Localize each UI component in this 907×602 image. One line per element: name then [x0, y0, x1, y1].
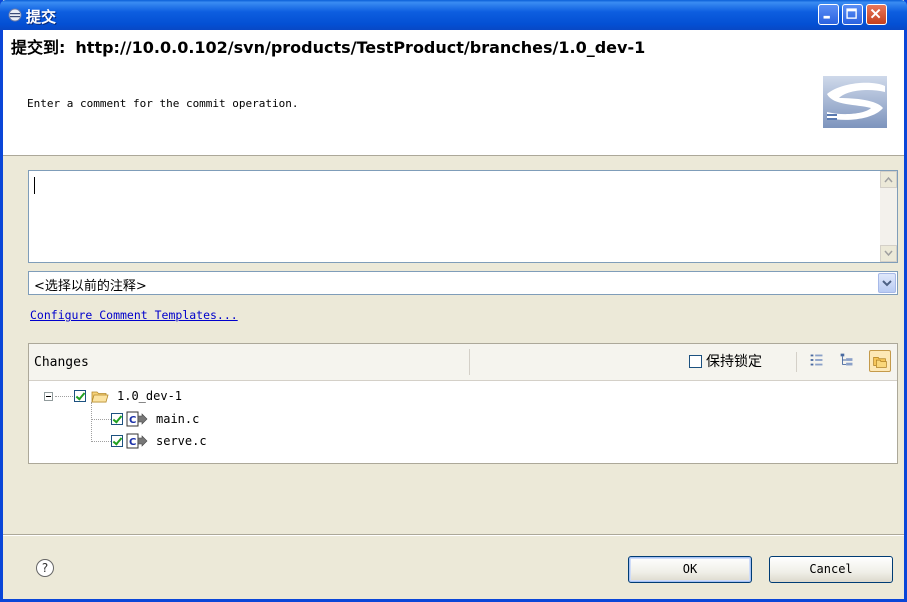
previous-comments-select[interactable]: <选择以前的注释>: [28, 271, 898, 295]
changes-title: Changes: [34, 355, 89, 370]
folder-label: 1.0_dev-1: [117, 389, 183, 403]
tree-connector: [91, 402, 93, 442]
minimize-button[interactable]: [818, 4, 839, 25]
footer-divider: [3, 534, 904, 536]
file-checkbox[interactable]: [111, 413, 123, 425]
keep-locks-label: 保持锁定: [706, 354, 762, 370]
chevron-down-icon: [882, 280, 892, 287]
dropdown-button[interactable]: [878, 273, 896, 293]
tree-layout-button[interactable]: [837, 350, 859, 372]
title-bar[interactable]: 提交: [0, 0, 907, 30]
header-title: 提交到: http://10.0.0.102/svn/products/TestP…: [11, 34, 645, 58]
window-title: 提交: [26, 8, 57, 26]
comment-textarea[interactable]: [28, 170, 898, 263]
changes-header: Changes 保持锁定: [29, 344, 897, 381]
c-file-icon: C: [126, 433, 148, 449]
c-file-icon: C: [126, 411, 148, 427]
commit-dialog: 提交 提交到: http://10.0.0.102/svn/products/Te…: [0, 0, 907, 602]
file-label: serve.c: [156, 434, 207, 448]
svn-logo-icon: [823, 76, 887, 128]
toolbar-divider: [796, 352, 797, 372]
tree-connector: [55, 396, 73, 398]
tree-connector: [91, 441, 111, 443]
maximize-button[interactable]: [842, 4, 863, 25]
scroll-up-button[interactable]: [880, 171, 897, 188]
flat-layout-button[interactable]: [807, 350, 829, 372]
ok-button[interactable]: OK: [628, 556, 752, 583]
svg-text:C: C: [129, 437, 136, 448]
scroll-up-icon: [884, 176, 893, 183]
svg-text:C: C: [129, 415, 136, 426]
header-title-prefix: 提交到:: [11, 38, 66, 57]
folder-checkbox[interactable]: [74, 390, 86, 402]
configure-comment-templates-link[interactable]: Configure Comment Templates...: [30, 308, 238, 322]
keep-locks-option[interactable]: 保持锁定: [689, 350, 762, 372]
comment-scrollbar[interactable]: [880, 171, 897, 262]
cancel-button[interactable]: Cancel: [769, 556, 893, 583]
header-divider: [469, 349, 470, 375]
help-icon[interactable]: ?: [36, 559, 54, 577]
changes-panel: Changes 保持锁定 1.0_dev-1 C main.c C serve.…: [28, 343, 898, 464]
compressed-folders-icon: [873, 357, 887, 368]
tree-row-folder[interactable]: 1.0_dev-1: [74, 387, 182, 405]
text-caret: [34, 177, 35, 194]
previous-comments-value: <选择以前的注释>: [34, 279, 147, 294]
collapse-icon[interactable]: [44, 392, 53, 401]
minimize-icon: [823, 15, 830, 19]
scroll-down-button[interactable]: [880, 245, 897, 262]
repository-url: http://10.0.0.102/svn/products/TestProdu…: [75, 38, 646, 57]
compressed-folders-button[interactable]: [869, 350, 891, 372]
header-description: Enter a comment for the commit operation…: [27, 97, 299, 110]
file-label: main.c: [156, 412, 200, 426]
tree-connector: [91, 419, 111, 421]
eclipse-window-icon: [8, 8, 22, 22]
folder-icon: [91, 391, 109, 403]
tree-row-file[interactable]: C serve.c: [111, 432, 207, 450]
keep-locks-checkbox[interactable]: [689, 354, 702, 368]
close-button[interactable]: [866, 4, 887, 25]
maximize-icon: [846, 8, 857, 19]
scroll-down-icon: [884, 250, 893, 257]
flat-layout-icon: [810, 354, 823, 366]
close-icon: [870, 8, 881, 19]
file-checkbox[interactable]: [111, 435, 123, 447]
tree-row-file[interactable]: C main.c: [111, 410, 199, 428]
tree-layout-icon: [840, 353, 853, 366]
